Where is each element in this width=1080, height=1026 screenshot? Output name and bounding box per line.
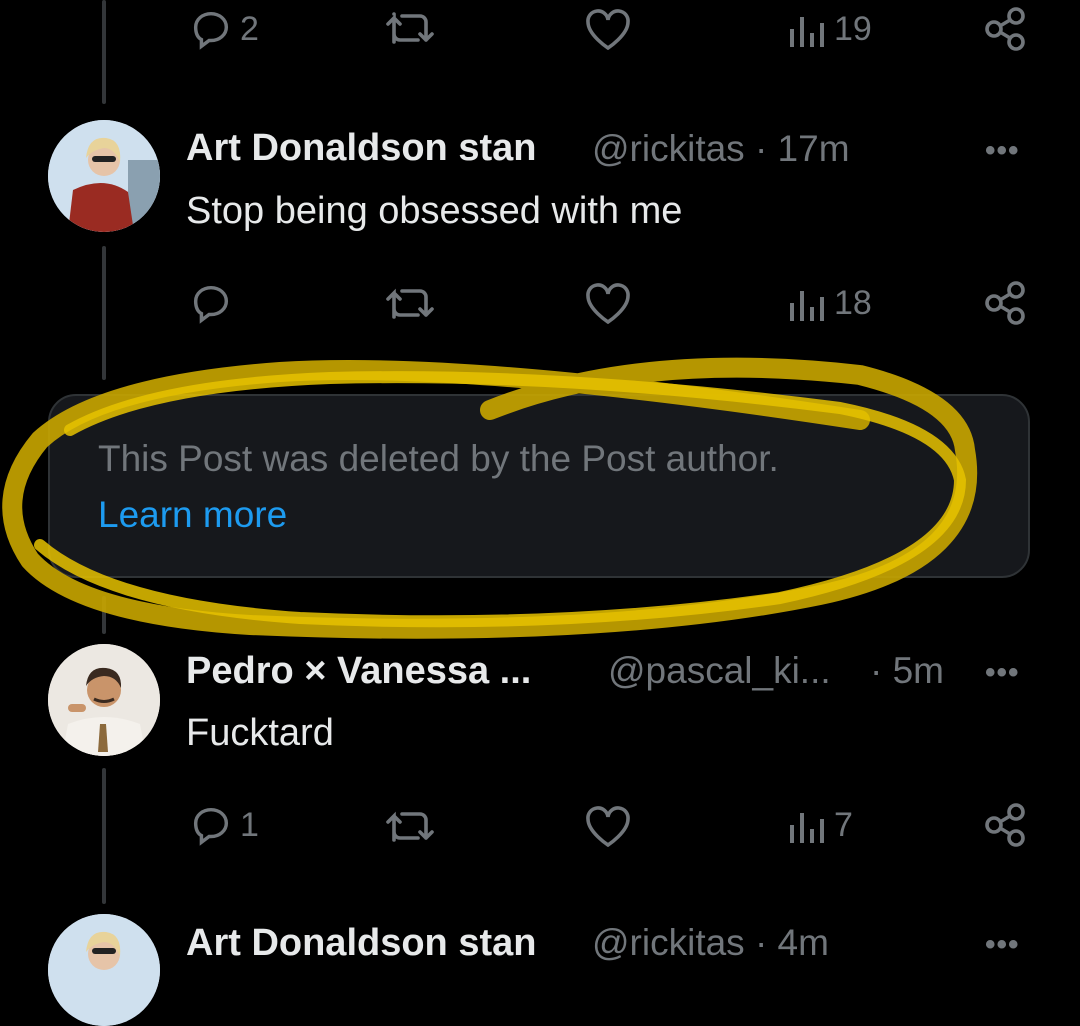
repost-button[interactable] bbox=[384, 806, 436, 846]
post-time[interactable]: · 5m bbox=[870, 650, 944, 692]
views-icon bbox=[790, 290, 824, 321]
thread-line bbox=[102, 246, 106, 380]
share-icon bbox=[985, 7, 1025, 51]
heart-icon bbox=[586, 9, 630, 50]
avatar-image bbox=[48, 120, 160, 232]
avatar-image bbox=[48, 914, 160, 1026]
views-icon bbox=[790, 16, 824, 47]
thread-line bbox=[102, 596, 106, 634]
like-button[interactable] bbox=[584, 8, 632, 50]
views-count: 7 bbox=[834, 806, 853, 844]
more-options-button[interactable]: ••• bbox=[985, 928, 1020, 962]
post-text: Fucktard bbox=[186, 712, 334, 754]
reply-icon bbox=[193, 807, 229, 846]
views-count: 19 bbox=[834, 10, 872, 48]
avatar[interactable] bbox=[48, 120, 160, 232]
share-button[interactable] bbox=[984, 280, 1028, 326]
views-count: 18 bbox=[834, 284, 872, 322]
share-icon bbox=[985, 803, 1025, 847]
share-button[interactable] bbox=[984, 6, 1028, 52]
repost-icon bbox=[386, 288, 434, 319]
more-options-button[interactable]: ••• bbox=[985, 134, 1020, 168]
heart-icon bbox=[586, 806, 630, 847]
author-handle-time[interactable]: @rickitas · 17m bbox=[592, 128, 850, 170]
avatar[interactable] bbox=[48, 914, 160, 1026]
author-name[interactable]: Art Donaldson stan bbox=[186, 127, 536, 170]
repost-button[interactable] bbox=[384, 283, 436, 323]
avatar[interactable] bbox=[48, 644, 160, 756]
avatar-image bbox=[48, 644, 160, 756]
reply-button[interactable] bbox=[188, 280, 234, 326]
views-icon bbox=[790, 812, 824, 843]
reply-button[interactable]: 2 bbox=[188, 6, 259, 52]
learn-more-link[interactable]: Learn more bbox=[98, 494, 287, 536]
reply-count: 1 bbox=[240, 805, 259, 844]
heart-icon bbox=[586, 283, 630, 324]
reply-button[interactable]: 1 bbox=[188, 802, 259, 848]
views-button[interactable]: 18 bbox=[788, 284, 872, 323]
repost-icon bbox=[386, 12, 434, 44]
reply-count: 2 bbox=[240, 9, 259, 48]
deleted-message: This Post was deleted by the Post author… bbox=[98, 438, 779, 479]
share-button[interactable] bbox=[984, 802, 1028, 848]
reply-icon bbox=[193, 11, 229, 50]
views-button[interactable]: 19 bbox=[788, 10, 872, 49]
repost-button[interactable] bbox=[384, 8, 436, 48]
thread-line bbox=[102, 0, 106, 104]
author-name[interactable]: Art Donaldson stan bbox=[186, 922, 536, 965]
deleted-post-notice: This Post was deleted by the Post author… bbox=[48, 394, 1030, 578]
author-name[interactable]: Pedro × Vanessa ... bbox=[186, 650, 531, 693]
repost-icon bbox=[386, 811, 434, 842]
more-options-button[interactable]: ••• bbox=[985, 656, 1020, 690]
thread-line bbox=[102, 768, 106, 904]
share-icon bbox=[985, 281, 1025, 325]
author-handle[interactable]: @pascal_ki... bbox=[608, 650, 831, 692]
post-text: Stop being obsessed with me bbox=[186, 190, 683, 232]
author-handle-time[interactable]: @rickitas · 4m bbox=[592, 922, 829, 964]
like-button[interactable] bbox=[584, 282, 632, 324]
views-button[interactable]: 7 bbox=[788, 806, 853, 845]
reply-icon bbox=[193, 285, 229, 324]
like-button[interactable] bbox=[584, 805, 632, 847]
